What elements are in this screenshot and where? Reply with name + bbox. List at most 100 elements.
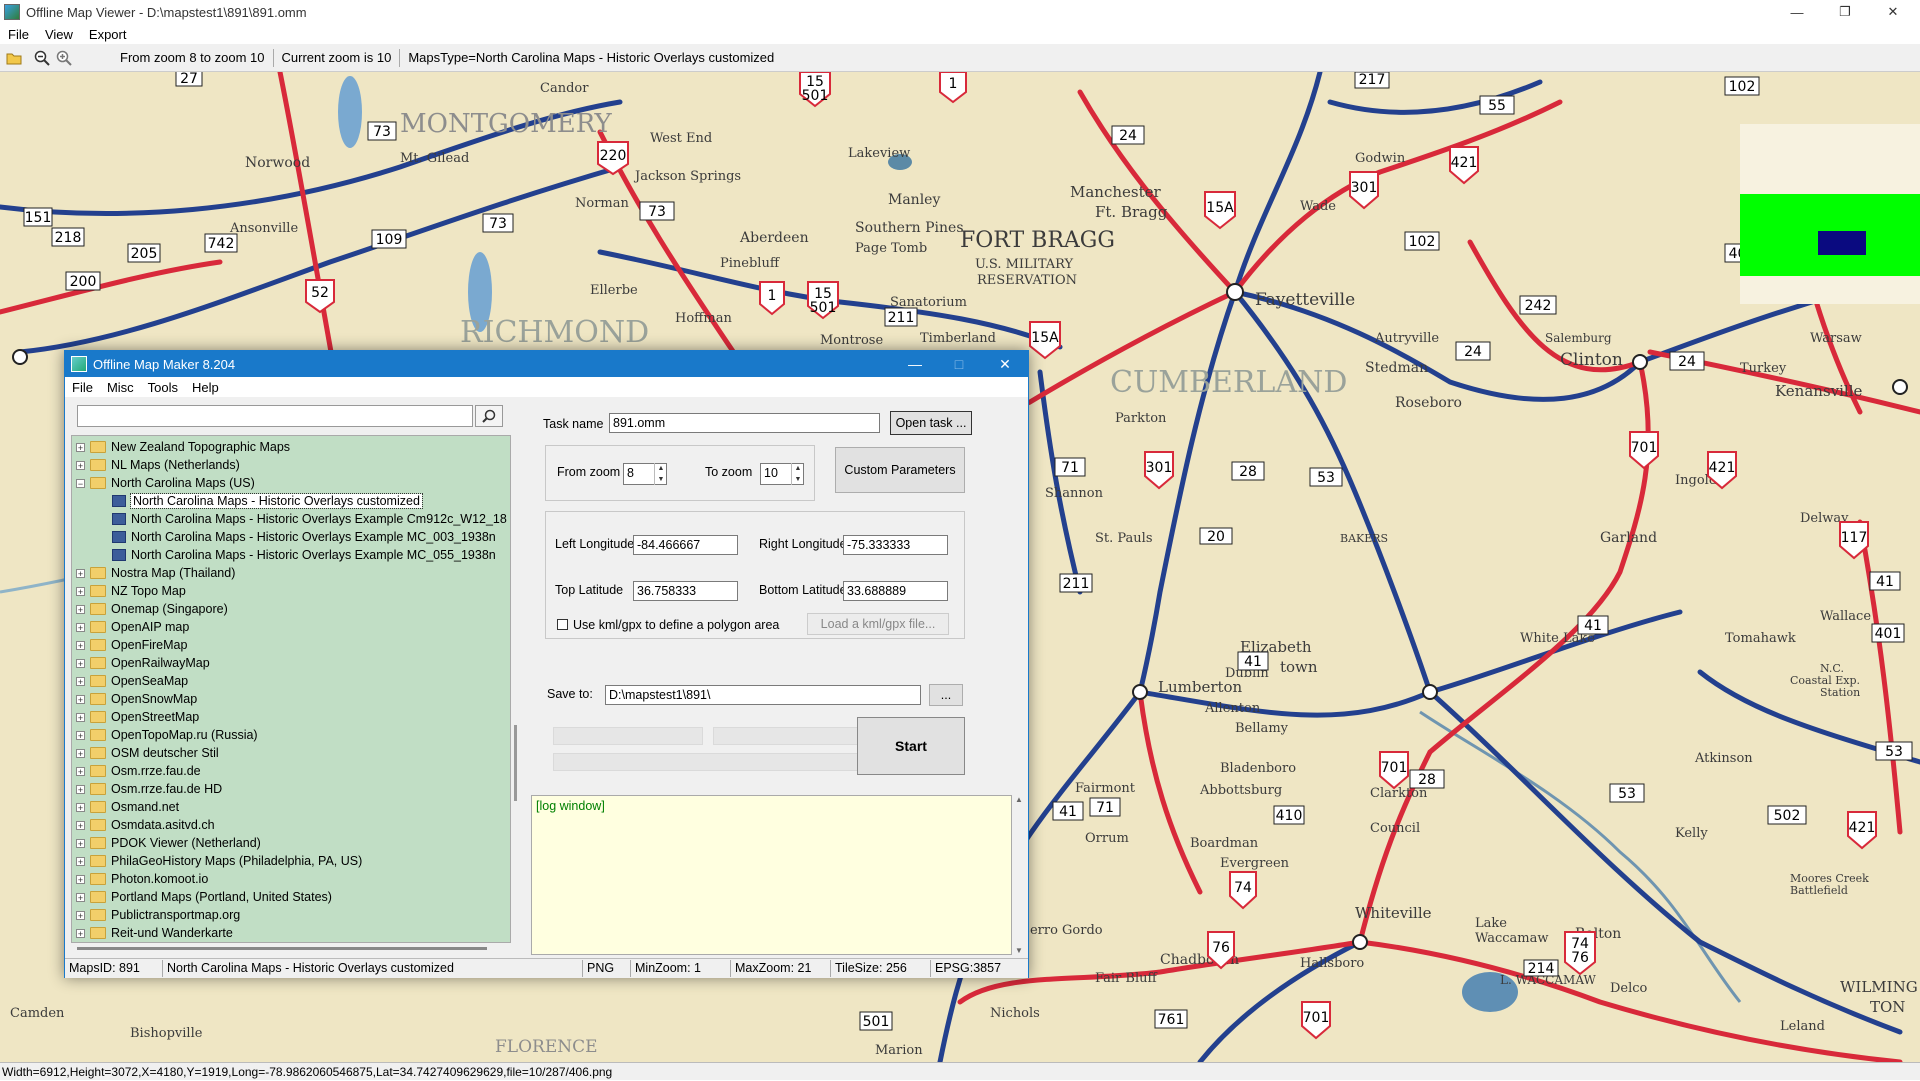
expand-icon[interactable]: + [76, 748, 85, 758]
expand-icon[interactable]: + [76, 928, 85, 938]
svg-text:1: 1 [949, 76, 958, 92]
expand-icon[interactable]: + [76, 784, 85, 794]
expand-icon[interactable]: + [76, 460, 85, 470]
viewer-menu-view[interactable]: View [37, 27, 81, 42]
expand-icon[interactable]: + [76, 892, 85, 902]
expand-icon[interactable]: + [76, 856, 85, 866]
tree-item-label: Osmand.net [111, 800, 180, 814]
dialog-menu-help[interactable]: Help [185, 380, 226, 395]
expand-icon[interactable]: + [76, 604, 85, 614]
zoom-in-icon[interactable] [56, 50, 72, 66]
tree-folder-item[interactable]: + OpenStreetMap [72, 708, 199, 726]
tree-horizontal-scrollbar[interactable] [71, 945, 511, 953]
tree-folder-item[interactable]: + NL Maps (Netherlands) [72, 456, 240, 474]
expand-icon[interactable]: + [76, 874, 85, 884]
tree-folder-item[interactable]: + OpenTopoMap.ru (Russia) [72, 726, 258, 744]
expand-icon[interactable]: + [76, 766, 85, 776]
expand-icon[interactable]: + [76, 694, 85, 704]
expand-icon[interactable]: + [76, 676, 85, 686]
scroll-up-icon[interactable]: ▲ [1012, 795, 1026, 804]
expand-icon[interactable]: + [76, 712, 85, 722]
start-button[interactable]: Start [857, 717, 965, 775]
right-longitude-input[interactable]: -75.333333 [843, 535, 948, 555]
dialog-menu-misc[interactable]: Misc [100, 380, 141, 395]
expand-icon[interactable]: + [76, 838, 85, 848]
tree-folder-item[interactable]: + PDOK Viewer (Netherland) [72, 834, 261, 852]
custom-parameters-button[interactable]: Custom Parameters [835, 447, 965, 493]
svg-text:27: 27 [180, 72, 198, 87]
tree-folder-item[interactable]: + Onemap (Singapore) [72, 600, 228, 618]
spin-up-icon[interactable]: ▲ [655, 463, 667, 474]
tree-folder-item[interactable]: + Osm.rrze.fau.de [72, 762, 201, 780]
viewer-restore-button[interactable]: ❐ [1822, 0, 1868, 24]
map-search-input[interactable] [77, 405, 473, 427]
top-latitude-input[interactable]: 36.758333 [633, 581, 738, 601]
tree-folder-item[interactable]: + Reit-und Wanderkarte [72, 924, 233, 942]
tree-folder-item[interactable]: + NZ Topo Map [72, 582, 186, 600]
map-source-tree[interactable]: + New Zealand Topographic Maps + NL Maps (N… [71, 435, 511, 943]
expand-icon[interactable]: + [76, 640, 85, 650]
tree-folder-item[interactable]: − North Carolina Maps (US) [72, 474, 255, 492]
tree-folder-item[interactable]: + Osm.rrze.fau.de HD [72, 780, 222, 798]
dialog-titlebar: Offline Map Maker 8.204 — □ ✕ [65, 351, 1028, 377]
from-zoom-spinner[interactable]: ▲ ▼ [654, 463, 667, 485]
load-kml-button[interactable]: Load a kml/gpx file... [807, 613, 949, 635]
bottom-latitude-input[interactable]: 33.688889 [843, 581, 948, 601]
tree-folder-item[interactable]: + Photon.komoot.io [72, 870, 208, 888]
expand-icon[interactable]: + [76, 442, 85, 452]
tree-folder-item[interactable]: + Nostra Map (Thailand) [72, 564, 235, 582]
spin-down-icon[interactable]: ▼ [792, 474, 804, 485]
collapse-icon[interactable]: − [76, 478, 85, 488]
open-task-button[interactable]: Open task ... [890, 411, 972, 435]
left-longitude-input[interactable]: -84.466667 [633, 535, 738, 555]
kml-polygon-checkbox[interactable] [557, 619, 568, 630]
to-zoom-label: To zoom [705, 465, 753, 479]
tree-folder-item[interactable]: + OSM deutscher Stil [72, 744, 219, 762]
log-scrollbar[interactable]: ▲ ▼ [1012, 795, 1026, 955]
tree-map-item[interactable]: North Carolina Maps - Historic Overlays … [72, 528, 496, 546]
task-name-input[interactable]: 891.omm [609, 413, 880, 433]
search-button[interactable] [475, 405, 503, 427]
expand-icon[interactable]: + [76, 820, 85, 830]
spin-down-icon[interactable]: ▼ [655, 474, 667, 485]
tree-folder-item[interactable]: + OpenAIP map [72, 618, 189, 636]
expand-icon[interactable]: + [76, 910, 85, 920]
tree-map-item[interactable]: North Carolina Maps - Historic Overlays … [72, 510, 507, 528]
dialog-maximize-button[interactable]: □ [937, 351, 981, 377]
expand-icon[interactable]: + [76, 730, 85, 740]
tree-folder-item[interactable]: + OpenRailwayMap [72, 654, 210, 672]
dialog-minimize-button[interactable]: — [893, 351, 937, 377]
expand-icon[interactable]: + [76, 622, 85, 632]
viewer-minimize-button[interactable]: — [1774, 0, 1820, 24]
viewer-menu-export[interactable]: Export [81, 27, 135, 42]
spin-up-icon[interactable]: ▲ [792, 463, 804, 474]
expand-icon[interactable]: + [76, 568, 85, 578]
tree-folder-item[interactable]: + Publictransportmap.org [72, 906, 240, 924]
tree-folder-item[interactable]: + New Zealand Topographic Maps [72, 438, 290, 456]
save-to-input[interactable]: D:\mapstest1\891\ [605, 685, 921, 705]
scroll-down-icon[interactable]: ▼ [1012, 946, 1026, 955]
tree-folder-item[interactable]: + Portland Maps (Portland, United States) [72, 888, 332, 906]
tree-vertical-scrollbar[interactable] [513, 435, 519, 943]
dialog-menu-file[interactable]: File [65, 380, 100, 395]
expand-icon[interactable]: + [76, 802, 85, 812]
expand-icon[interactable]: + [76, 586, 85, 596]
viewer-close-button[interactable]: ✕ [1870, 0, 1916, 24]
tree-folder-item[interactable]: + OpenSnowMap [72, 690, 197, 708]
dialog-close-button[interactable]: ✕ [983, 351, 1027, 377]
log-window[interactable]: [log window] [531, 795, 1012, 955]
tree-map-item[interactable]: North Carolina Maps - Historic Overlays … [72, 492, 423, 510]
browse-folder-button[interactable]: ... [929, 684, 963, 706]
tree-folder-item[interactable]: + Osmdata.asitvd.ch [72, 816, 215, 834]
tree-map-item[interactable]: North Carolina Maps - Historic Overlays … [72, 546, 496, 564]
open-folder-icon[interactable] [6, 50, 22, 66]
expand-icon[interactable]: + [76, 658, 85, 668]
tree-folder-item[interactable]: + Osmand.net [72, 798, 179, 816]
zoom-out-icon[interactable] [34, 50, 50, 66]
viewer-menu-file[interactable]: File [0, 27, 37, 42]
to-zoom-spinner[interactable]: ▲ ▼ [791, 463, 804, 485]
dialog-menu-tools[interactable]: Tools [141, 380, 185, 395]
tree-folder-item[interactable]: + OpenFireMap [72, 636, 187, 654]
tree-folder-item[interactable]: + PhilaGeoHistory Maps (Philadelphia, PA,… [72, 852, 362, 870]
tree-folder-item[interactable]: + OpenSeaMap [72, 672, 188, 690]
